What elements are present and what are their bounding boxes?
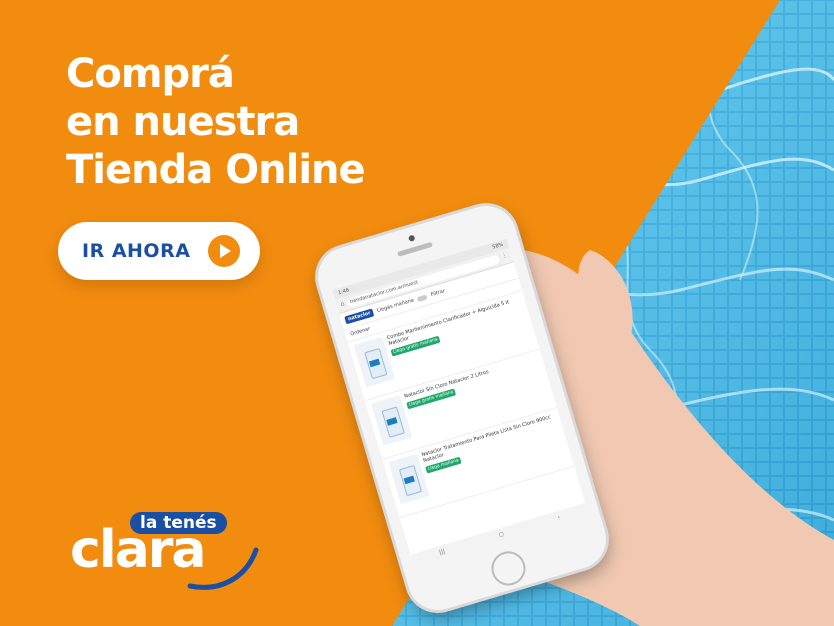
la-tenes-clara-logo: la tenés clara xyxy=(70,508,260,590)
logo-swoosh-icon xyxy=(187,547,259,590)
ad-banner[interactable]: Comprá en nuestra Tienda Online IR AHORA… xyxy=(0,0,834,626)
